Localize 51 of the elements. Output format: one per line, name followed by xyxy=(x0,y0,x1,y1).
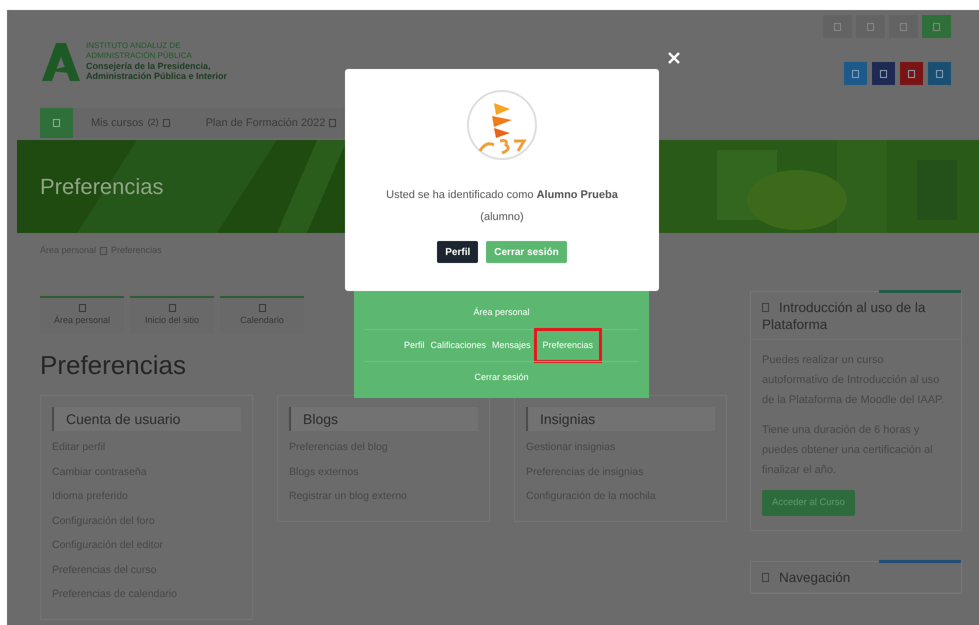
card-heading: Cuenta de usuario xyxy=(52,407,241,431)
square-icon xyxy=(78,304,86,312)
square-icon xyxy=(867,22,874,30)
page-title: Preferencias xyxy=(40,349,186,381)
social-button[interactable] xyxy=(844,62,867,85)
square-icon xyxy=(258,304,266,312)
login-message: Usted se ha identificado como Alumno Prueba xyxy=(386,188,618,203)
user-role: (alumno) xyxy=(480,210,524,224)
square-icon xyxy=(900,22,907,30)
square-icon xyxy=(53,119,60,127)
square-icon xyxy=(852,70,859,78)
logo-text: Administración Pública e Interior xyxy=(86,71,228,81)
logo-text: ADMINISTRACIÓN PÚBLICA xyxy=(86,51,193,61)
square-icon xyxy=(168,304,176,312)
close-icon xyxy=(668,52,680,64)
square-icon xyxy=(908,70,915,78)
user-menu-link[interactable]: Área personal xyxy=(473,306,530,320)
social-button[interactable] xyxy=(928,62,951,85)
header-button[interactable] xyxy=(889,15,918,38)
logo-icon xyxy=(40,41,80,81)
block-title: Introducción al uso de la Plataforma xyxy=(751,292,961,340)
square-icon xyxy=(936,70,943,78)
card-heading: Insignias xyxy=(526,407,715,431)
square-icon xyxy=(100,247,108,255)
logo-icon xyxy=(466,89,538,161)
square-icon xyxy=(880,70,887,78)
home-tab[interactable] xyxy=(40,108,73,138)
card-heading: Blogs xyxy=(289,407,478,431)
social-button[interactable] xyxy=(900,62,923,85)
square-icon xyxy=(762,303,769,312)
square-icon xyxy=(933,22,940,30)
square-icon xyxy=(834,22,841,30)
square-icon xyxy=(329,119,336,127)
user-menu-link[interactable]: Calificaciones xyxy=(430,338,486,352)
banner-title: Preferencias xyxy=(40,173,164,201)
block-title: Navegación xyxy=(751,562,961,593)
social-button[interactable] xyxy=(872,62,895,85)
user-menu-link[interactable]: Preferencias xyxy=(536,330,600,360)
header-button[interactable] xyxy=(823,15,852,38)
logo-text: Consejería de la Presidencia, xyxy=(86,61,212,71)
close-button[interactable] xyxy=(666,50,682,66)
header-button[interactable] xyxy=(856,15,885,38)
user-menu-link[interactable]: Mensajes xyxy=(492,338,531,352)
square-icon xyxy=(762,573,769,582)
logout-button[interactable]: Cerrar sesión xyxy=(486,241,567,263)
profile-button[interactable]: Perfil xyxy=(437,241,478,263)
user-menu-link[interactable]: Perfil xyxy=(404,338,424,352)
user-menu-link[interactable]: Cerrar sesión xyxy=(474,370,529,384)
logo-text: INSTITUTO ANDALUZ DE xyxy=(86,41,182,51)
square-icon xyxy=(162,119,170,127)
header-button[interactable] xyxy=(922,15,951,38)
